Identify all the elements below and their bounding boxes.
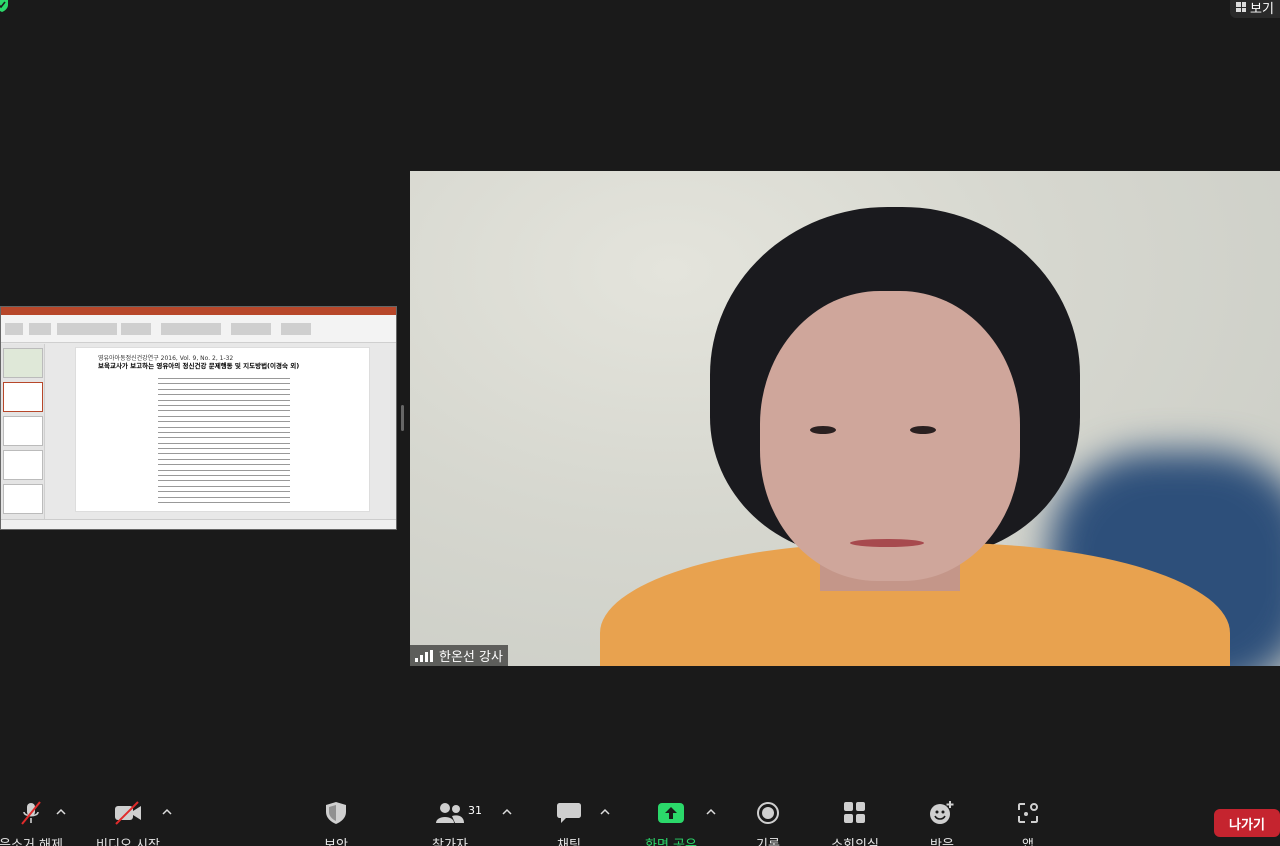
- breakout-rooms-button[interactable]: 소회의실: [826, 800, 884, 846]
- apps-icon: [1018, 803, 1038, 823]
- speaker-name-tag: 한온선 강사: [410, 645, 508, 666]
- view-button[interactable]: 보기: [1230, 0, 1280, 18]
- reactions-button[interactable]: 반응: [926, 800, 958, 846]
- share-screen-label: 화면 공유: [645, 838, 697, 846]
- apps-label: 앱: [1022, 838, 1034, 846]
- video-options-caret-icon[interactable]: [162, 808, 172, 816]
- reactions-label: 반응: [930, 838, 954, 846]
- breakout-rooms-grid-icon: [844, 802, 865, 823]
- microphone-muted-icon: [21, 801, 41, 825]
- slide-thumbnail-pane: [1, 344, 45, 520]
- record-label: 기록: [756, 838, 780, 846]
- connection-signal-icon: [415, 649, 433, 662]
- meeting-window: 보기 영유아아동정신건강연구 2016, Vol. 9, No. 2, 1-32…: [0, 0, 1280, 846]
- participants-button[interactable]: 참가자: [428, 800, 472, 846]
- chat-bubble-icon: [557, 803, 581, 823]
- start-video-button[interactable]: 비디오 시작: [92, 800, 164, 846]
- speaker-video[interactable]: [410, 171, 1280, 666]
- chat-button[interactable]: 채팅: [552, 800, 586, 846]
- audio-options-caret-icon[interactable]: [56, 808, 66, 816]
- security-shield-icon[interactable]: [0, 0, 8, 12]
- chat-options-caret-icon[interactable]: [600, 808, 610, 816]
- reaction-smiley-icon: [930, 801, 954, 824]
- view-grid-icon: [1236, 2, 1246, 12]
- leave-button[interactable]: 나가기: [1214, 809, 1280, 837]
- participants-label: 참가자: [432, 838, 468, 846]
- shared-app-statusbar: [1, 519, 396, 529]
- security-button[interactable]: 보안: [316, 800, 356, 846]
- meeting-toolbar: 음소거 해제 비디오 시작 보안 참가자 채팅 화면 공유 기록 소회의실 반응…: [0, 790, 1280, 846]
- participants-options-caret-icon[interactable]: [502, 808, 512, 816]
- share-options-caret-icon[interactable]: [706, 808, 716, 816]
- slide-table: [158, 378, 290, 510]
- security-label: 보안: [324, 838, 348, 846]
- breakout-rooms-label: 소회의실: [831, 838, 879, 846]
- participants-count: 31: [468, 804, 482, 817]
- current-slide: 영유아아동정신건강연구 2016, Vol. 9, No. 2, 1-32 보육…: [75, 347, 370, 512]
- start-video-label: 비디오 시작: [96, 838, 160, 846]
- shared-app-titlebar: [1, 307, 396, 315]
- record-button[interactable]: 기록: [750, 800, 786, 846]
- participants-icon: [436, 803, 464, 823]
- unmute-label: 음소거 해제: [0, 838, 63, 846]
- view-button-label: 보기: [1250, 1, 1274, 17]
- apps-button[interactable]: 앱: [1014, 800, 1042, 846]
- speaker-name: 한온선 강사: [439, 650, 503, 665]
- video-camera-off-icon: [115, 801, 141, 825]
- chat-label: 채팅: [557, 838, 581, 846]
- shared-screen-view[interactable]: 영유아아동정신건강연구 2016, Vol. 9, No. 2, 1-32 보육…: [0, 306, 397, 530]
- slide-heading: 보육교사가 보고하는 영유아의 정신건강 문제행동 및 지도방법(이경숙 외): [98, 362, 300, 370]
- share-screen-button[interactable]: 화면 공유: [640, 800, 702, 846]
- split-resize-handle[interactable]: [401, 405, 404, 431]
- shield-icon: [326, 802, 346, 824]
- share-screen-arrow-icon: [658, 803, 684, 823]
- shared-app-ribbon: [1, 315, 396, 343]
- unmute-button[interactable]: 음소거 해제: [0, 800, 70, 846]
- record-icon: [757, 802, 779, 824]
